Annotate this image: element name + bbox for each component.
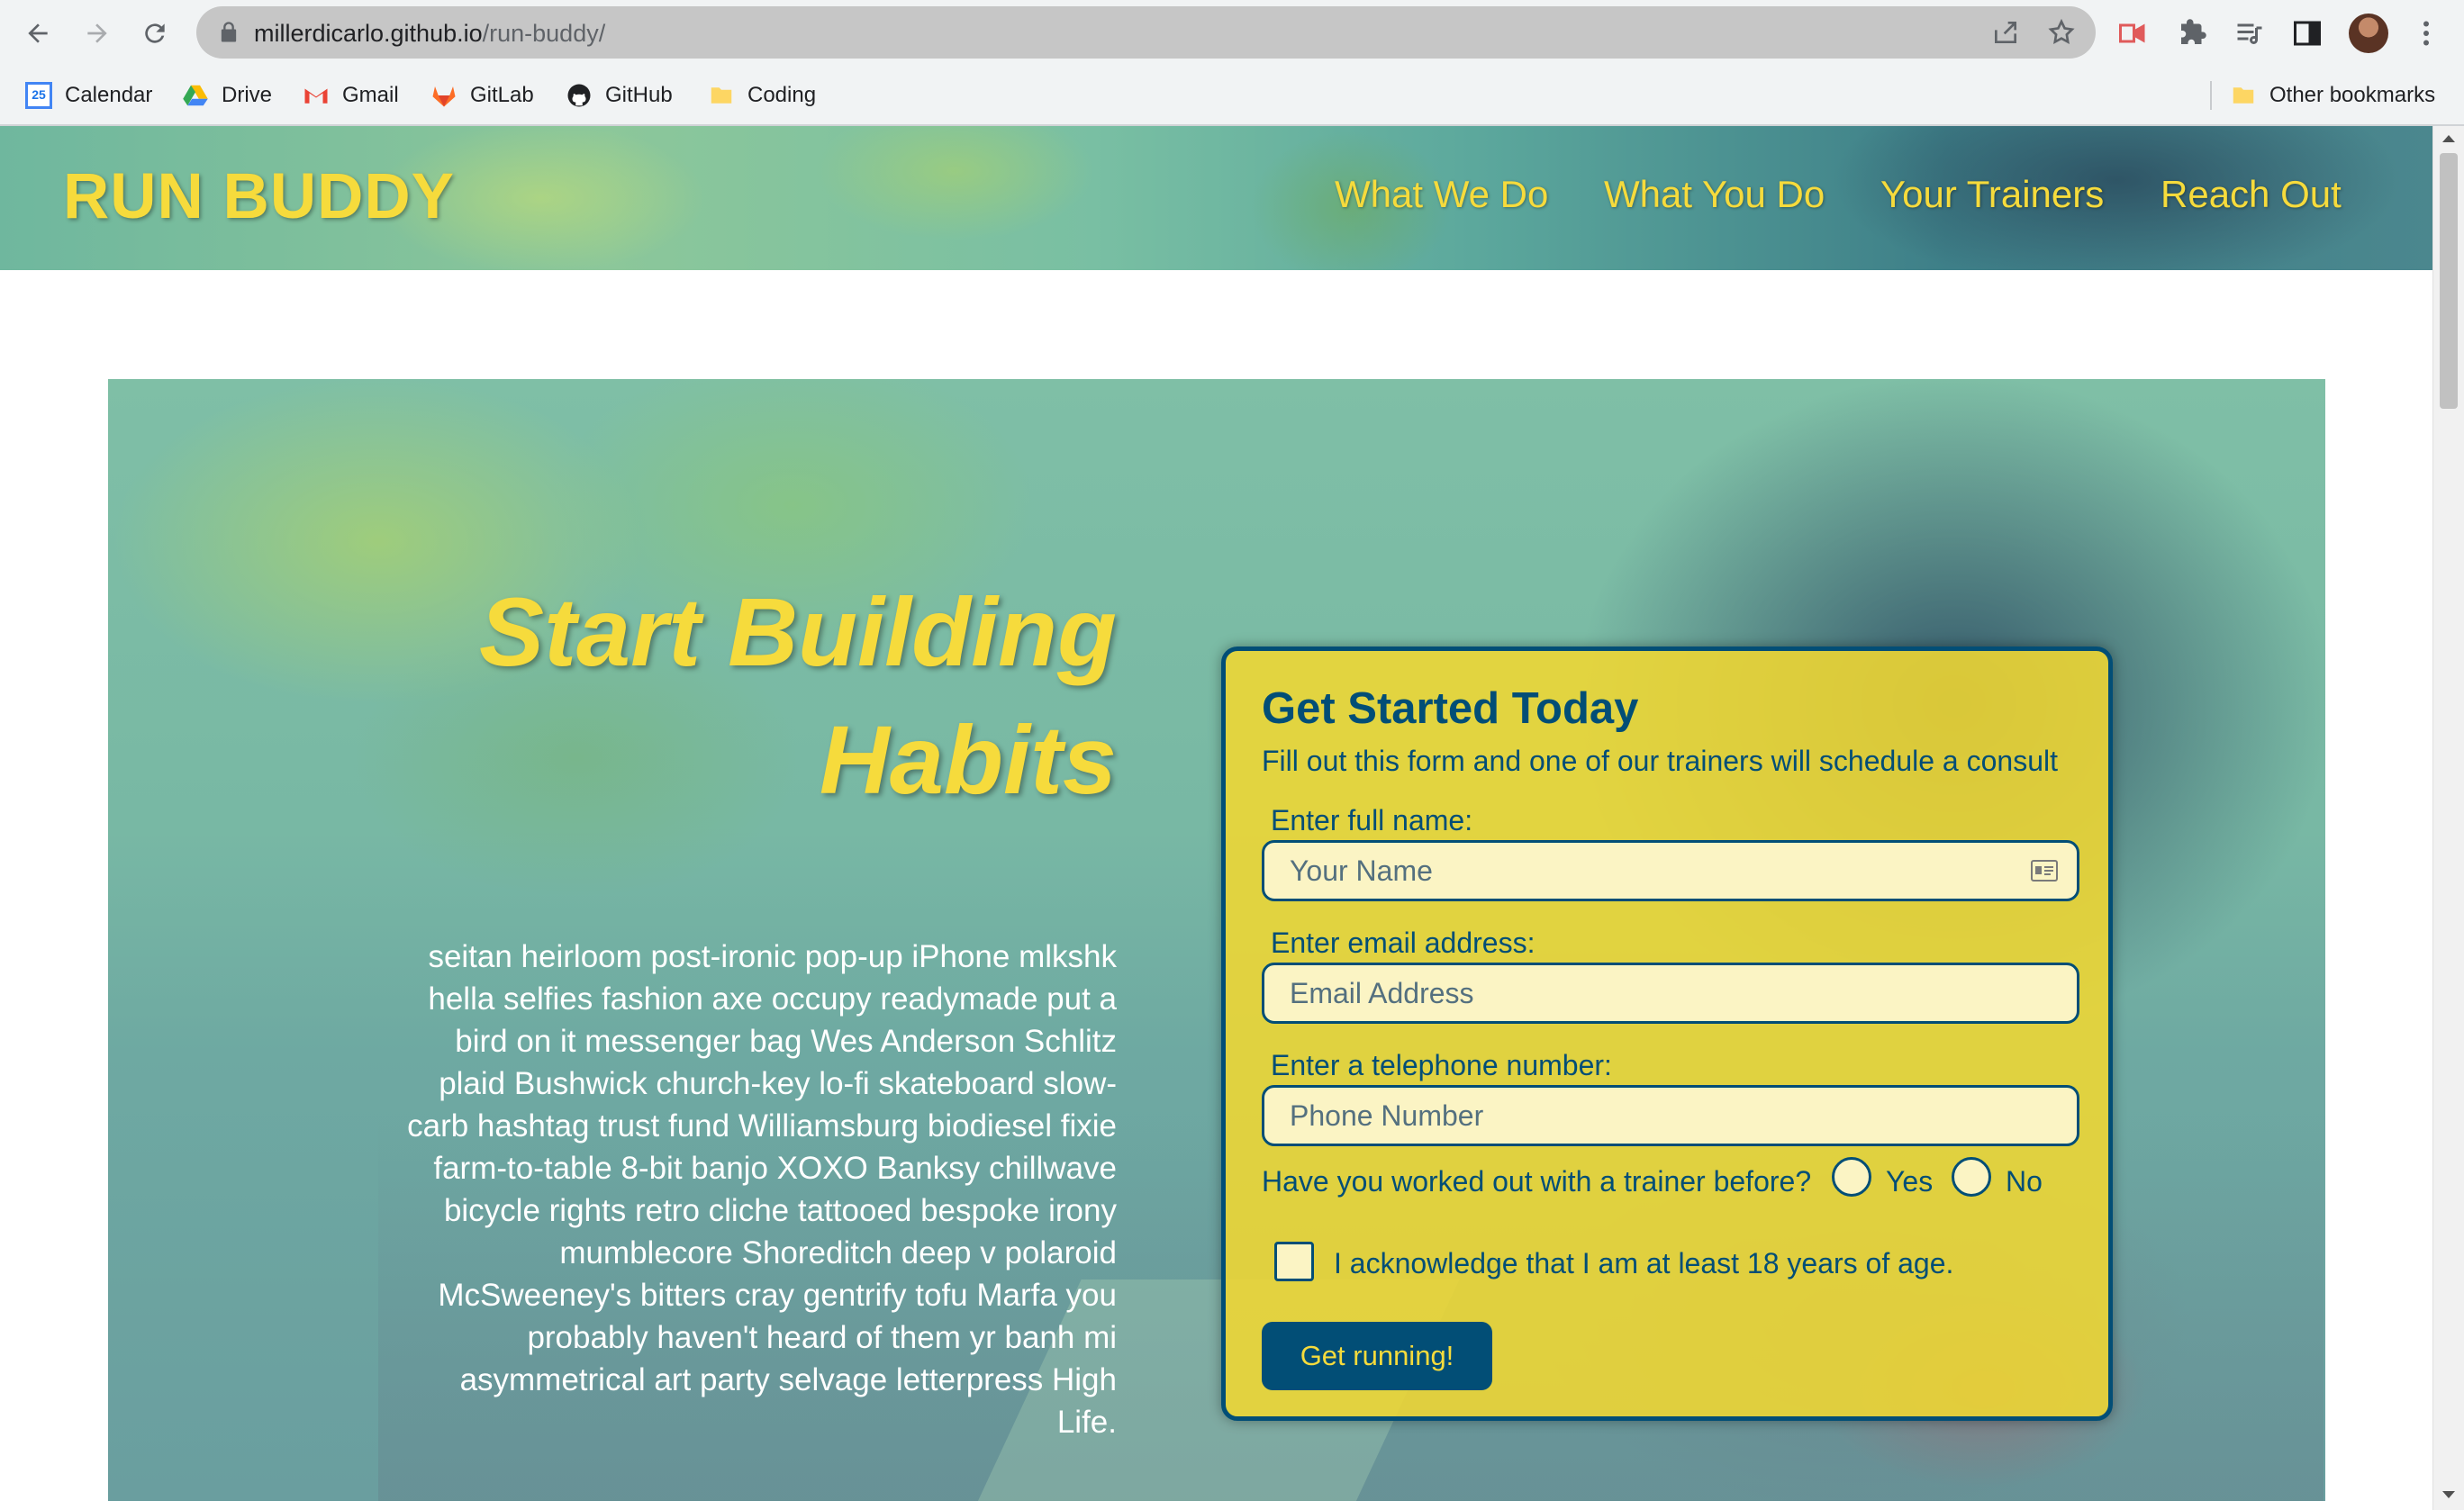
site-logo[interactable]: RUN BUDDY xyxy=(63,160,455,233)
url-text: millerdicarlo.github.io/run-buddy/ xyxy=(254,20,605,48)
radio-yes-label: Yes xyxy=(1886,1165,1934,1198)
side-panel-icon[interactable] xyxy=(2291,17,2324,50)
bookmark-label: Calendar xyxy=(65,83,153,107)
drive-icon xyxy=(183,85,208,106)
name-input[interactable] xyxy=(1262,840,2079,901)
hero-body-text: seitan heirloom post-ironic pop-up iPhon… xyxy=(407,939,1117,1440)
bookmark-label: Gmail xyxy=(342,83,399,107)
nav-link-what-we-do[interactable]: What We Do xyxy=(1335,173,1548,216)
radio-yes[interactable] xyxy=(1832,1157,1871,1197)
bookmark-gmail[interactable]: Gmail xyxy=(303,77,399,113)
radio-no-label: No xyxy=(2006,1165,2043,1198)
reload-icon xyxy=(145,23,165,43)
star-icon[interactable] xyxy=(2047,18,2076,47)
scroll-down-arrow-icon[interactable] xyxy=(2442,1491,2455,1498)
hero-title-line-1: Start Building xyxy=(479,577,1117,686)
screen-record-icon[interactable] xyxy=(2116,17,2149,50)
address-bar[interactable]: millerdicarlo.github.io/run-buddy/ xyxy=(196,6,2096,59)
age-checkbox-label: I acknowledge that I am at least 18 year… xyxy=(1334,1247,1954,1279)
name-label: Enter full name: xyxy=(1271,804,1473,836)
nav-link-what-you-do[interactable]: What You Do xyxy=(1604,173,1825,216)
profile-avatar[interactable] xyxy=(2349,14,2388,53)
trainer-question: Have you worked out with a trainer befor… xyxy=(1262,1165,1812,1198)
contact-card-icon[interactable] xyxy=(2031,860,2058,882)
url-path: /run-buddy/ xyxy=(482,20,606,47)
kebab-menu-icon[interactable] xyxy=(2410,17,2442,50)
calendar-icon: 25 xyxy=(25,82,52,109)
page-viewport: RUN BUDDY What We Do What You Do Your Tr… xyxy=(0,126,2433,1510)
arrow-left-icon xyxy=(28,23,48,43)
extensions-icon[interactable] xyxy=(2176,17,2208,50)
email-label: Enter email address: xyxy=(1271,927,1535,959)
bookmark-folder-coding[interactable]: Coding xyxy=(708,77,816,113)
form-title: Get Started Today xyxy=(1262,684,1639,733)
bookmark-label: Other bookmarks xyxy=(2269,83,2436,107)
signup-form: Get Started Today Fill out this form and… xyxy=(1221,646,2113,1421)
nav-link-reach-out[interactable]: Reach Out xyxy=(2161,173,2342,216)
browser-toolbar: millerdicarlo.github.io/run-buddy/ xyxy=(0,0,2464,67)
hero-title-line-2: Habits xyxy=(819,705,1117,814)
phone-input[interactable] xyxy=(1262,1085,2079,1146)
bookmark-drive[interactable]: Drive xyxy=(182,77,272,113)
forward-button[interactable] xyxy=(74,10,121,57)
folder-icon xyxy=(711,87,732,104)
bookmark-gitlab[interactable]: GitLab xyxy=(430,77,534,113)
lock-icon xyxy=(221,22,237,42)
nav-link-your-trainers[interactable]: Your Trainers xyxy=(1880,173,2104,216)
back-button[interactable] xyxy=(14,10,61,57)
bookmark-label: GitLab xyxy=(470,83,534,107)
scroll-up-arrow-icon[interactable] xyxy=(2442,135,2455,142)
bookmark-calendar[interactable]: 25 Calendar xyxy=(25,77,152,113)
other-bookmarks[interactable]: Other bookmarks xyxy=(2230,77,2435,113)
submit-button[interactable]: Get running! xyxy=(1262,1322,1492,1390)
phone-label: Enter a telephone number: xyxy=(1271,1049,1612,1081)
arrow-right-icon xyxy=(87,23,107,43)
page-scrollbar[interactable] xyxy=(2432,126,2464,1510)
form-subtitle: Fill out this form and one of our traine… xyxy=(1262,745,2058,777)
github-icon xyxy=(567,84,591,107)
bookmark-github[interactable]: GitHub xyxy=(566,77,673,113)
site-header: RUN BUDDY What We Do What You Do Your Tr… xyxy=(0,126,2433,270)
media-queue-icon[interactable] xyxy=(2233,17,2266,50)
hero-section: Start Building Habits seitan heirloom po… xyxy=(108,379,2325,1501)
bookmarks-divider xyxy=(2210,81,2212,110)
bookmark-label: Coding xyxy=(747,83,817,107)
scroll-thumb[interactable] xyxy=(2440,153,2458,409)
reload-button[interactable] xyxy=(131,10,178,57)
age-checkbox[interactable] xyxy=(1274,1242,1314,1281)
url-host: millerdicarlo.github.io xyxy=(254,20,483,47)
share-icon[interactable] xyxy=(1991,18,2020,47)
gitlab-icon xyxy=(432,86,456,107)
folder-icon xyxy=(2233,87,2254,104)
hero-title: Start Building Habits xyxy=(378,568,1117,824)
email-input[interactable] xyxy=(1262,963,2079,1024)
gmail-icon xyxy=(304,88,328,104)
bookmarks-bar: 25 Calendar Drive Gmail GitLab GitHub Co… xyxy=(0,67,2464,126)
bookmark-label: Drive xyxy=(222,83,273,107)
radio-no[interactable] xyxy=(1952,1157,1991,1197)
bookmark-label: GitHub xyxy=(605,83,673,107)
